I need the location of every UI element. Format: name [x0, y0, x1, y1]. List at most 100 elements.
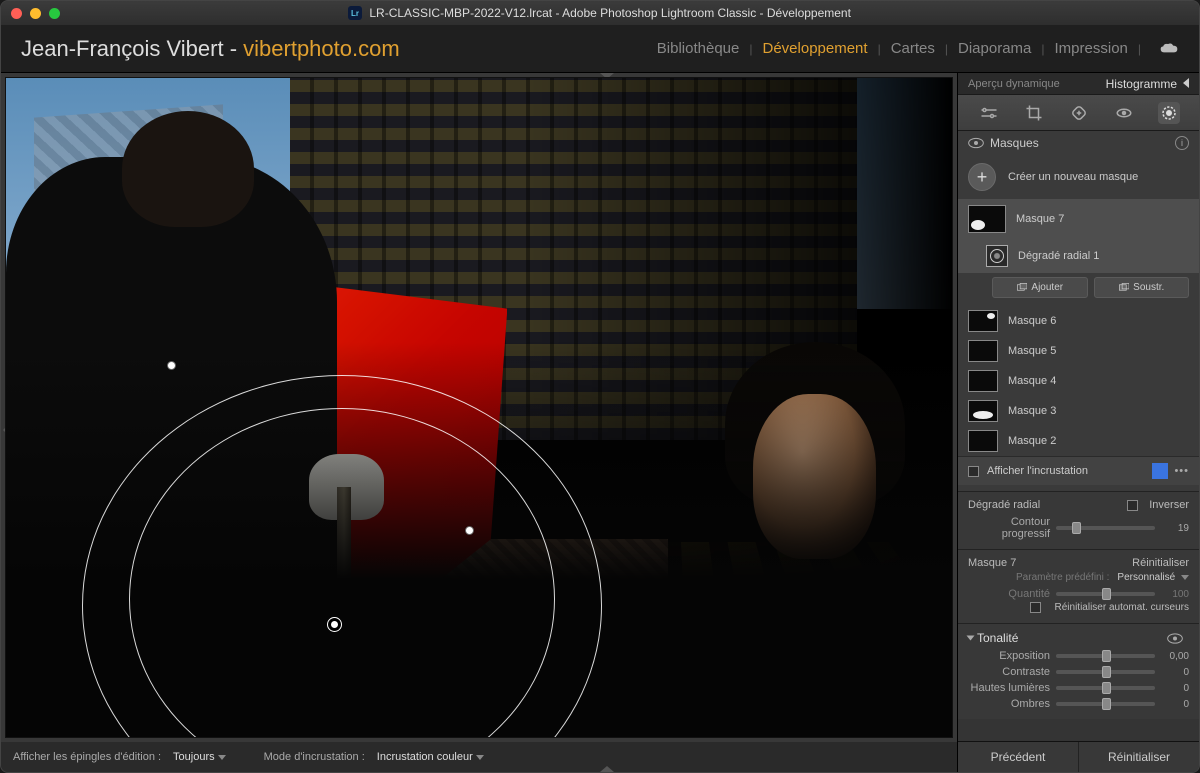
module-library[interactable]: Bibliothèque — [657, 40, 740, 57]
amount-slider[interactable] — [1056, 592, 1155, 596]
edit-tool-icon[interactable] — [978, 102, 1000, 124]
module-slideshow[interactable]: Diaporama — [958, 40, 1031, 57]
preset-dropdown[interactable]: Personnalisé — [1117, 572, 1189, 583]
overlay-color-swatch[interactable] — [1152, 463, 1168, 479]
mask-component-radial[interactable]: Dégradé radial 1 — [958, 239, 1199, 273]
mask-item[interactable]: Masque 2 — [958, 426, 1199, 456]
mask-thumb — [968, 370, 998, 392]
overlay-menu-icon[interactable]: ••• — [1174, 465, 1189, 477]
auto-reset-checkbox[interactable] — [1030, 602, 1041, 613]
exposure-label: Exposition — [968, 650, 1050, 662]
masking-tool-icon[interactable] — [1158, 102, 1180, 124]
healing-tool-icon[interactable] — [1068, 102, 1090, 124]
overlay-checkbox[interactable] — [968, 466, 979, 477]
radial-gradient-icon — [986, 245, 1008, 267]
chevron-down-icon — [476, 755, 484, 760]
create-mask-button[interactable]: + Créer un nouveau masque — [958, 155, 1199, 199]
develop-toolbar: Afficher les épingles d'édition : Toujou… — [1, 742, 957, 772]
module-print[interactable]: Impression — [1055, 40, 1128, 57]
mask-settings-name: Masque 7 — [968, 557, 1016, 569]
chevron-down-icon — [218, 755, 226, 760]
identity-plate: Jean-François Vibert - vibertphoto.com — [21, 36, 400, 62]
exposure-value[interactable]: 0,00 — [1161, 651, 1189, 662]
eye-icon[interactable] — [1167, 633, 1183, 644]
previous-button[interactable]: Précédent — [958, 742, 1079, 772]
overlay-mode-dropdown[interactable]: Incrustation couleur — [371, 749, 490, 765]
add-icon — [1016, 282, 1027, 293]
mask-list: Masque 6 Masque 5 Masque 4 Masque 3 — [958, 306, 1199, 456]
mask-thumb — [968, 400, 998, 422]
create-mask-label: Créer un nouveau masque — [1008, 171, 1138, 183]
close-window-button[interactable] — [11, 8, 22, 19]
mask-subtract-button[interactable]: Soustr. — [1094, 277, 1190, 298]
mask-reset-link[interactable]: Réinitialiser — [1132, 557, 1189, 569]
module-map[interactable]: Cartes — [891, 40, 935, 57]
highlights-label: Hautes lumières — [968, 682, 1050, 694]
feather-slider[interactable] — [1056, 526, 1155, 530]
photo-content — [6, 78, 952, 737]
subtract-icon — [1118, 282, 1129, 293]
mask-item-selected[interactable]: Masque 7 — [958, 199, 1199, 239]
exposure-slider[interactable] — [1056, 654, 1155, 658]
collapse-icon — [1183, 78, 1189, 88]
histogram-header[interactable]: Aperçu dynamique Histogramme — [958, 73, 1199, 95]
window-title-text: LR-CLASSIC-MBP-2022-V12.lrcat - Adobe Ph… — [369, 6, 851, 20]
edit-pins-dropdown[interactable]: Toujours — [167, 749, 232, 765]
reset-button[interactable]: Réinitialiser — [1079, 742, 1199, 772]
info-icon[interactable]: i — [1175, 136, 1189, 150]
filmstrip-toggle[interactable] — [600, 766, 614, 772]
module-develop[interactable]: Développement — [763, 40, 868, 57]
mask-component-name: Dégradé radial 1 — [1018, 250, 1099, 262]
shadows-value[interactable]: 0 — [1161, 699, 1189, 710]
right-panel: Aperçu dynamique Histogramme Masques i + — [957, 73, 1199, 772]
mask-item[interactable]: Masque 5 — [958, 336, 1199, 366]
mask-thumb — [968, 430, 998, 452]
crop-tool-icon[interactable] — [1023, 102, 1045, 124]
invert-checkbox[interactable] — [1127, 500, 1138, 511]
histogram-title: Histogramme — [1106, 77, 1177, 91]
redeye-tool-icon[interactable] — [1113, 102, 1135, 124]
window-controls — [11, 8, 60, 19]
dynamic-preview-label: Aperçu dynamique — [968, 78, 1060, 90]
mask-thumb — [968, 340, 998, 362]
shadows-label: Ombres — [968, 698, 1050, 710]
preset-label: Paramètre prédéfini : — [968, 572, 1109, 583]
feather-label: Contour progressif — [968, 516, 1050, 540]
lightroom-icon: Lr — [348, 6, 362, 20]
mask-add-button[interactable]: Ajouter — [992, 277, 1088, 298]
masks-panel: Masques i + Créer un nouveau masque Masq… — [958, 131, 1199, 491]
window-title: Lr LR-CLASSIC-MBP-2022-V12.lrcat - Adobe… — [60, 6, 1139, 21]
eye-icon[interactable] — [968, 137, 984, 149]
identity-plate-header: Jean-François Vibert - vibertphoto.com B… — [1, 25, 1199, 73]
gradient-section: Dégradé radial Inverser Contour progress… — [958, 491, 1199, 549]
radial-handle-right[interactable] — [465, 526, 474, 535]
highlights-slider[interactable] — [1056, 686, 1155, 690]
cloud-sync-icon[interactable] — [1159, 42, 1179, 56]
minimize-window-button[interactable] — [30, 8, 41, 19]
mask-name: Masque 7 — [1016, 213, 1064, 225]
feather-value[interactable]: 19 — [1161, 523, 1189, 534]
image-preview[interactable] — [5, 77, 953, 738]
radial-center-pin[interactable] — [328, 618, 341, 631]
shadows-slider[interactable] — [1056, 702, 1155, 706]
app-window: Lr LR-CLASSIC-MBP-2022-V12.lrcat - Adobe… — [0, 0, 1200, 773]
masks-title: Masques — [990, 136, 1039, 150]
brand-name: Jean-François Vibert - — [21, 36, 243, 61]
panel-footer: Précédent Réinitialiser — [958, 741, 1199, 772]
contrast-slider[interactable] — [1056, 670, 1155, 674]
mask-item[interactable]: Masque 3 — [958, 396, 1199, 426]
mask-item[interactable]: Masque 4 — [958, 366, 1199, 396]
amount-value: 100 — [1161, 589, 1189, 600]
disclosure-triangle-icon[interactable] — [967, 636, 975, 641]
plus-icon: + — [968, 163, 996, 191]
fullscreen-window-button[interactable] — [49, 8, 60, 19]
highlights-value[interactable]: 0 — [1161, 683, 1189, 694]
contrast-label: Contraste — [968, 666, 1050, 678]
brand-site: vibertphoto.com — [243, 36, 400, 61]
mask-thumb — [968, 310, 998, 332]
tonality-section: Tonalité Exposition 0,00 Contraste 0 Hau… — [958, 623, 1199, 719]
contrast-value[interactable]: 0 — [1161, 667, 1189, 678]
gradient-title: Dégradé radial — [968, 499, 1040, 511]
overlay-mode-label: Mode d'incrustation : — [264, 751, 365, 763]
mask-item[interactable]: Masque 6 — [958, 306, 1199, 336]
